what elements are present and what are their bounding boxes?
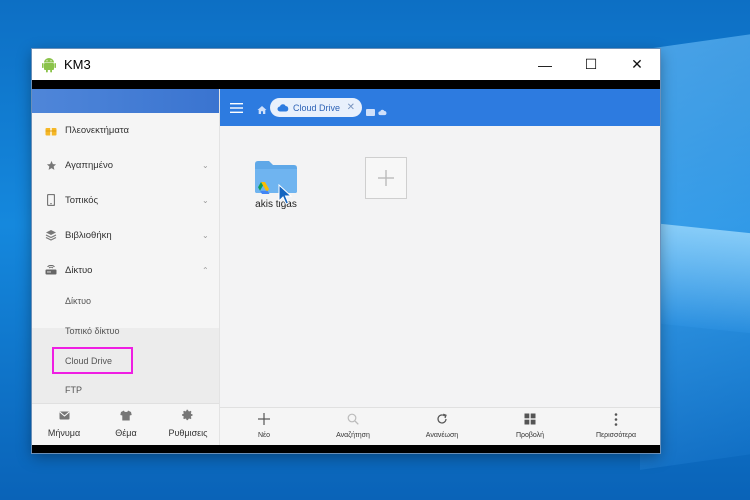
chevron-down-icon[interactable]: ⌄ [202,196,209,205]
router-icon [45,264,57,276]
settings-button[interactable]: Ρυθμισεις [157,408,219,442]
cloud-icon[interactable] [378,103,387,116]
plus-icon [378,170,394,186]
mail-icon [57,408,71,422]
letterbox-top [32,80,660,89]
submenu-item-label: Τοπικό δίκτυο [65,325,120,336]
message-button[interactable]: Μήνυμα [33,408,95,442]
sidebar-item-label: Βιβλιοθήκη [65,229,112,241]
path-chip-cloud-drive[interactable]: Cloud Drive ✕ [270,98,362,117]
letterbox-bottom [32,445,660,453]
chevron-up-icon[interactable]: ⌃ [202,266,209,275]
new-label: Νέο [257,432,271,439]
mouse-cursor-icon [278,184,292,205]
submenu-item-local-network[interactable]: Τοπικό δίκτυο [32,316,219,345]
selection-highlight-box [52,347,133,374]
chevron-down-icon[interactable]: ⌄ [202,231,209,240]
path-toolbar: Cloud Drive ✕ [220,89,660,126]
sidebar: Πλεονεκτήματα Αγαπημένο ⌄ Τοπικός ⌄ Βιβλ… [32,89,220,445]
sidebar-item-label: Πλεονεκτήματα [65,124,129,136]
close-button[interactable]: ✕ [614,49,660,80]
sidebar-item-favorites[interactable]: Αγαπημένο ⌄ [32,148,219,182]
settings-label: Ρυθμισεις [168,428,208,438]
minimize-button[interactable]: — [522,49,568,80]
app-window: KM3 — ☐ ✕ Πλεονεκτήματα Αγαπημένο ⌄ Τοπι… [32,49,660,453]
home-icon[interactable] [257,102,267,114]
file-grid: akis tigas [220,126,660,407]
message-label: Μήνυμα [47,428,81,438]
search-icon [346,412,360,426]
title-bar[interactable]: KM3 — ☐ ✕ [32,49,660,80]
theme-label: Θέμα [115,428,137,438]
search-label: Αναζήτηση [336,432,370,439]
window-title: KM3 [64,57,91,72]
more-button[interactable]: Περισσότερα [584,412,648,444]
search-button[interactable]: Αναζήτηση [321,412,385,444]
window-controls: — ☐ ✕ [522,49,660,80]
sidebar-header [32,89,219,113]
more-label: Περισσότερα [595,432,637,439]
folder-name: akis tigas [255,199,297,210]
shirt-icon [119,408,133,422]
sidebar-item-network[interactable]: Δίκτυο ⌃ [32,253,219,287]
refresh-label: Ανανέωση [425,432,459,439]
cloud-icon [277,103,289,112]
star-icon [45,159,57,171]
plus-icon [257,412,271,426]
sidebar-item-library[interactable]: Βιβλιοθήκη ⌄ [32,218,219,252]
view-label: Προβολή [515,432,545,439]
action-bar: Νέο Αναζήτηση Ανανέωση Προβολή Περισσότε… [220,407,660,445]
file-manager-app: Πλεονεκτήματα Αγαπημένο ⌄ Τοπικός ⌄ Βιβλ… [32,89,660,445]
gear-icon [181,408,195,422]
refresh-icon [435,412,449,426]
sidebar-item-benefits[interactable]: Πλεονεκτήματα [32,113,219,147]
submenu-item-network[interactable]: Δίκτυο [32,286,219,315]
desktop-light-beam-lower [660,223,750,337]
add-cloud-drive-button[interactable] [365,157,407,199]
theme-button[interactable]: Θέμα [95,408,157,442]
sidebar-item-local[interactable]: Τοπικός ⌄ [32,183,219,217]
submenu-item-ftp[interactable]: FTP [32,375,219,404]
submenu-item-label: Δίκτυο [65,295,91,306]
refresh-button[interactable]: Ανανέωση [410,412,474,444]
hamburger-menu-icon[interactable] [230,101,243,113]
android-icon [40,56,58,74]
grid-icon [523,412,537,426]
phone-icon [45,194,57,206]
submenu-item-label: FTP [65,384,82,395]
chevron-down-icon[interactable]: ⌄ [202,161,209,170]
path-chip-label: Cloud Drive [293,102,341,113]
more-vertical-icon [609,412,623,426]
sidebar-bottom-bar: Μήνυμα Θέμα Ρυθμισεις [32,403,219,445]
sidebar-item-label: Τοπικός [65,194,99,206]
gift-icon [45,124,57,136]
mail-icon[interactable] [366,103,375,116]
close-icon[interactable]: ✕ [347,102,355,113]
layers-icon [45,229,57,241]
new-button[interactable]: Νέο [232,412,296,444]
maximize-button[interactable]: ☐ [568,49,614,80]
sidebar-item-label: Δίκτυο [65,264,93,276]
view-button[interactable]: Προβολή [498,412,562,444]
sidebar-item-label: Αγαπημένο [65,159,113,171]
main-pane: Cloud Drive ✕ akis tigas Νέο Αναζήτηση Α… [220,89,660,445]
